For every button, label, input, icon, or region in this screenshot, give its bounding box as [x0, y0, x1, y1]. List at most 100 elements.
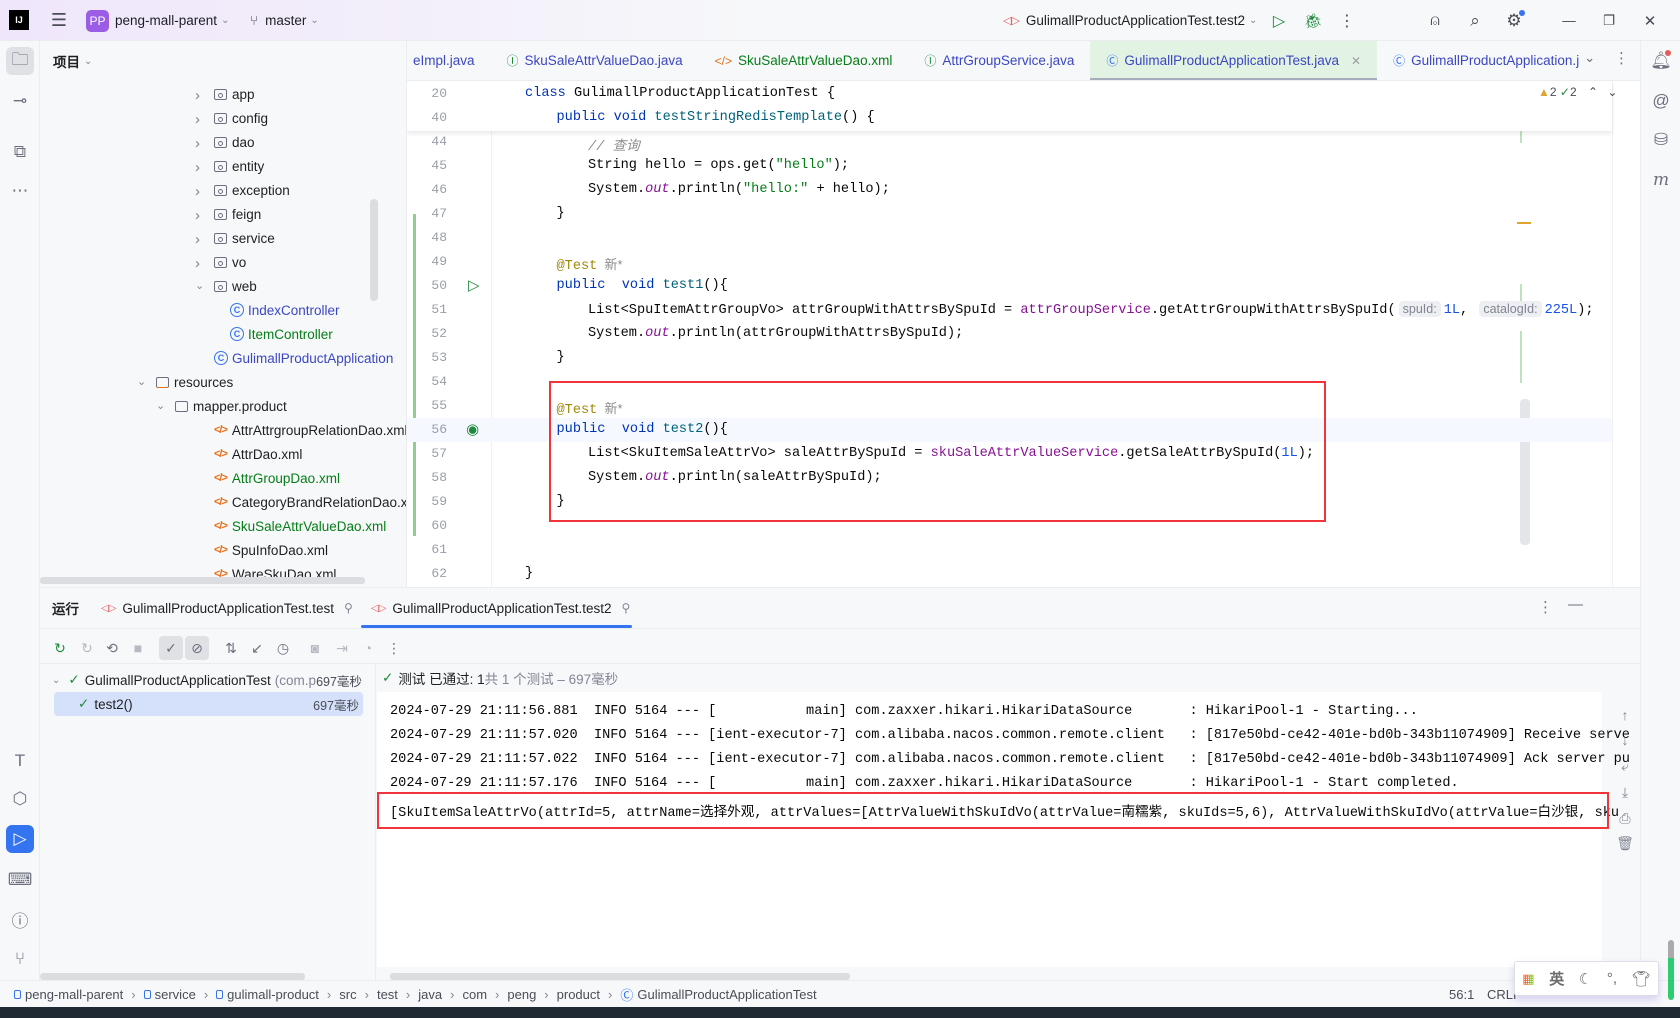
run-tool-icon[interactable]: ▷ — [6, 825, 34, 853]
project-horizontal-scrollbar[interactable] — [40, 577, 365, 584]
terminal-icon[interactable]: ⌨ — [6, 866, 34, 894]
main-menu-icon[interactable]: ☰ — [48, 10, 70, 31]
chevron-right-icon[interactable]: › — [195, 135, 200, 152]
project-selector[interactable]: peng-mall-parent ⌄ — [115, 10, 229, 31]
previous-highlight-icon[interactable]: ⌃ — [1588, 85, 1598, 99]
chevron-right-icon[interactable]: › — [195, 183, 200, 200]
notifications-bell-icon[interactable]: 🔔︎ — [1647, 47, 1675, 75]
breadcrumb-item[interactable]: java — [418, 987, 442, 1002]
test-tree-item[interactable]: ⌄ ✓ GulimallProductApplicationTest (com.p 69… — [50, 668, 365, 692]
breadcrumb-item[interactable]: com — [462, 987, 487, 1002]
breadcrumb-item[interactable]: peng — [507, 987, 536, 1002]
tree-item[interactable]: C ItemController — [230, 322, 333, 346]
moon-icon[interactable]: ☾ — [1579, 970, 1592, 988]
stop-icon[interactable]: ■ — [126, 636, 150, 660]
tree-item[interactable]: exception — [214, 178, 290, 202]
console-horizontal-scrollbar[interactable] — [390, 973, 850, 980]
sort-icon[interactable]: ⇅ — [219, 636, 243, 660]
restore-icon[interactable]: ❐ — [1598, 10, 1620, 31]
tree-item[interactable]: config — [214, 106, 268, 130]
chevron-right-icon[interactable]: › — [195, 87, 200, 104]
tree-item[interactable]: entity — [214, 154, 264, 178]
more-tools-icon[interactable]: ⋯ — [6, 177, 34, 205]
breadcrumb-item[interactable]: src — [339, 987, 356, 1002]
chevron-down-icon[interactable]: ⌄ — [195, 279, 204, 292]
tree-item[interactable]: resources — [156, 370, 233, 394]
show-ignored-icon[interactable]: ⊘ — [185, 636, 209, 660]
skin-shirt-icon[interactable]: 👕︎ — [1632, 970, 1651, 988]
editor-tab[interactable]: Ⓘ AttrGroupService.java — [908, 41, 1090, 80]
run-panel-more-icon[interactable]: ⋮ — [1538, 598, 1553, 616]
breadcrumb-item[interactable]: product — [557, 987, 600, 1002]
breadcrumb-item[interactable]: test — [377, 987, 398, 1002]
services-icon[interactable]: ⬡ — [6, 785, 34, 813]
tree-item[interactable]: feign — [214, 202, 261, 226]
clear-trash-icon[interactable]: 🗑︎ — [1613, 835, 1637, 852]
pin-icon[interactable]: ⚲ — [344, 601, 353, 615]
show-passed-check-icon[interactable]: ✓ — [159, 636, 183, 660]
test-passed-gutter-icon[interactable]: ◉ — [466, 420, 479, 438]
tree-item[interactable]: dao — [214, 130, 255, 154]
screenshot-camera-icon[interactable]: ◙ — [303, 636, 327, 660]
project-badge[interactable]: PP — [86, 10, 109, 32]
debug-icon[interactable]: 🐞︎ — [1303, 10, 1323, 31]
branch-selector[interactable]: ⑂ master ⌄ — [250, 10, 319, 31]
import-tests-icon[interactable]: ⇥ — [330, 636, 354, 660]
tree-item[interactable]: </> SpuInfoDao.xml — [214, 538, 328, 562]
close-window-icon[interactable]: ✕ — [1639, 10, 1661, 31]
next-highlight-icon[interactable]: ⌄ — [1607, 85, 1617, 99]
scroll-up-icon[interactable]: ↑ — [1613, 707, 1637, 723]
chevron-right-icon[interactable]: › — [195, 207, 200, 224]
tree-item[interactable]: </> SkuSaleAttrValueDao.xml — [214, 514, 386, 538]
punctuation-icon[interactable]: °, — [1607, 970, 1617, 987]
breadcrumb-item[interactable]: GulimallProductApplicationTest — [637, 987, 816, 1002]
tabs-dropdown-chevron-icon[interactable]: ⌄ — [1584, 50, 1595, 66]
editor-tab[interactable]: Ⓒ GulimallProductApplication.j — [1377, 41, 1595, 80]
run-config-selector[interactable]: ◁▷ GulimallProductApplicationTest.test2 ⌄ — [1003, 10, 1257, 31]
run-test-gutter-icon[interactable]: ▷ — [468, 276, 480, 294]
breadcrumb-item[interactable]: gulimall-product — [227, 987, 319, 1002]
hide-panel-icon[interactable]: — — [1568, 596, 1583, 613]
tree-item[interactable]: app — [214, 82, 255, 106]
ime-mode[interactable]: 英 — [1549, 968, 1564, 989]
settings-gear-icon[interactable]: ⚙ — [1503, 10, 1525, 31]
chevron-down-icon[interactable]: ⌄ — [137, 375, 146, 388]
caret-position[interactable]: 56:1 — [1449, 987, 1474, 1002]
editor-tab[interactable]: Ⓒ GulimallProductApplicationTest.java ✕ — [1090, 41, 1378, 80]
more-actions-icon[interactable]: ⋮ — [382, 636, 406, 660]
minimize-icon[interactable]: — — [1558, 10, 1580, 31]
pin-icon[interactable]: ⚲ — [622, 601, 631, 615]
chevron-down-icon[interactable]: ⌄ — [156, 399, 165, 412]
scroll-to-end-icon[interactable]: ⤓ — [1613, 784, 1637, 801]
soft-wrap-icon[interactable]: ⤶ — [1613, 758, 1637, 775]
breadcrumb-item[interactable]: service — [155, 987, 196, 1002]
git-icon[interactable]: ⑂ — [6, 945, 34, 973]
tree-item[interactable]: mapper.product — [175, 394, 287, 418]
tree-item[interactable]: </> AttrGroupDao.xml — [214, 466, 340, 490]
tree-item[interactable]: C GulimallProductApplication — [214, 346, 393, 370]
chevron-down-icon[interactable]: ⌄ — [52, 675, 60, 686]
more-icon[interactable]: ⋮ — [1339, 10, 1355, 31]
scroll-down-icon[interactable]: ↓ — [1613, 732, 1637, 748]
ime-toolbar[interactable]: ▦ 英 ☾ °, 👕︎ — [1514, 961, 1659, 996]
run-icon[interactable]: ▷ — [1269, 10, 1289, 31]
console-output[interactable]: 2024-07-29 21:11:56.881 INFO 5164 --- [ … — [377, 692, 1630, 967]
rerun-icon[interactable]: ↻ — [48, 636, 72, 660]
tree-item[interactable]: </> AttrAttrgroupRelationDao.xml — [214, 418, 406, 442]
close-tab-icon[interactable]: ✕ — [1351, 54, 1361, 68]
history-clock-icon[interactable]: ◷ — [271, 636, 295, 660]
chevron-right-icon[interactable]: › — [195, 255, 200, 272]
chevron-right-icon[interactable]: › — [195, 159, 200, 176]
tree-item[interactable]: web — [214, 274, 257, 298]
chevron-right-icon[interactable]: › — [195, 231, 200, 248]
test-tree-item[interactable]: ✓ test2() 697毫秒 — [54, 692, 363, 716]
editor-tab[interactable]: Ⓘ SkuSaleAttrValueDao.java — [491, 41, 699, 80]
collapse-icon[interactable]: ↙ — [245, 636, 269, 660]
project-panel-header[interactable]: 项目 ⌄ — [53, 51, 92, 71]
editor-tab[interactable]: eImpl.java — [407, 41, 491, 80]
breadcrumb-item[interactable]: peng-mall-parent — [25, 987, 123, 1002]
tree-item[interactable]: C IndexController — [230, 298, 340, 322]
inspection-widget[interactable]: ▲2 ✓2 ⌃ ⌄ — [1538, 85, 1617, 99]
toggle-auto-test-icon[interactable]: ⟲ — [100, 636, 124, 660]
commit-icon[interactable]: ⊸ — [6, 87, 34, 115]
